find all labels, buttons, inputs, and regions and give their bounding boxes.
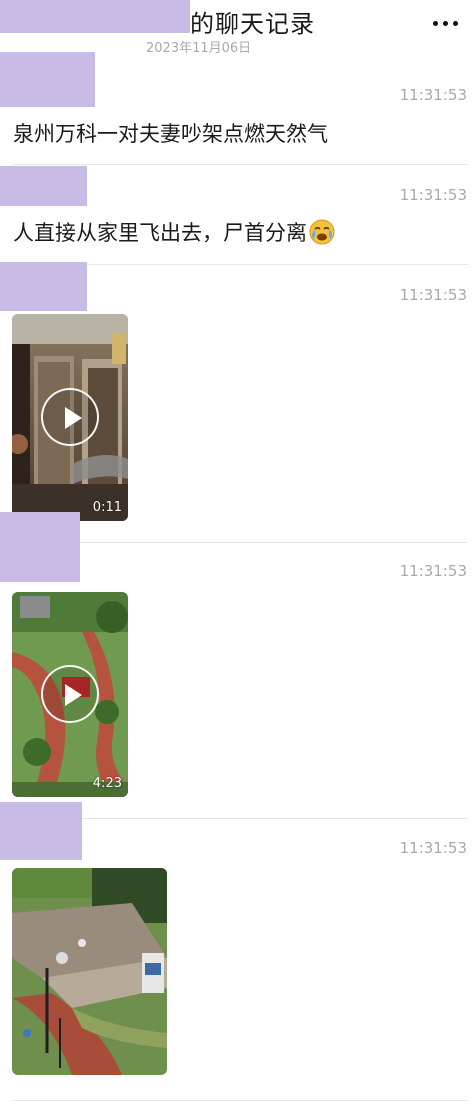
redacted-sender-avatar bbox=[0, 512, 80, 582]
message-item: 11:31:53 bbox=[0, 802, 473, 1102]
redacted-sender-avatar bbox=[0, 52, 95, 107]
play-button[interactable] bbox=[41, 665, 99, 723]
more-options-button[interactable] bbox=[427, 8, 463, 38]
page-title: 的聊天记录 bbox=[190, 10, 315, 38]
message-item: 11:31:53 4:23 bbox=[0, 512, 473, 820]
message-text[interactable]: 人直接从家里飞出去，尸首分离 bbox=[13, 217, 335, 247]
message-time: 11:31:53 bbox=[399, 562, 467, 580]
more-dot bbox=[452, 20, 458, 26]
divider bbox=[13, 164, 468, 165]
more-dot bbox=[442, 20, 448, 26]
divider bbox=[13, 1100, 468, 1101]
message-item: 11:31:53 bbox=[0, 262, 473, 544]
image-thumbnail-image bbox=[12, 868, 167, 1075]
message-time: 11:31:53 bbox=[399, 186, 467, 204]
video-message-thumbnail[interactable]: 0:11 bbox=[12, 314, 128, 521]
message-item: 11:31:53 泉州万科一对夫妻吵架点燃天然气 bbox=[0, 52, 473, 166]
message-time: 11:31:53 bbox=[399, 286, 467, 304]
play-button[interactable] bbox=[41, 388, 99, 446]
message-text[interactable]: 泉州万科一对夫妻吵架点燃天然气 bbox=[13, 118, 328, 148]
message-time: 11:31:53 bbox=[399, 86, 467, 104]
message-item: 11:31:53 人直接从家里飞出去，尸首分离 bbox=[0, 166, 473, 266]
header: 的聊天记录 2023年11月06日 bbox=[0, 0, 473, 60]
crying-face-emoji-icon bbox=[309, 219, 335, 245]
redacted-sender-avatar bbox=[0, 166, 87, 206]
redacted-sender-avatar bbox=[0, 802, 82, 860]
video-message-thumbnail[interactable]: 4:23 bbox=[12, 592, 128, 797]
message-time: 11:31:53 bbox=[399, 839, 467, 857]
more-horizontal-icon bbox=[432, 20, 438, 26]
chat-history-screen: 的聊天记录 2023年11月06日 11:31:53 泉州万科一对夫妻吵架点燃天… bbox=[0, 0, 473, 1107]
play-icon bbox=[65, 684, 82, 706]
redacted-sender-avatar bbox=[0, 262, 87, 311]
video-duration: 4:23 bbox=[92, 776, 122, 791]
image-message-thumbnail[interactable] bbox=[12, 868, 167, 1075]
message-text-content: 人直接从家里飞出去，尸首分离 bbox=[13, 221, 307, 245]
redacted-name-block bbox=[0, 0, 190, 33]
play-icon bbox=[65, 407, 82, 429]
